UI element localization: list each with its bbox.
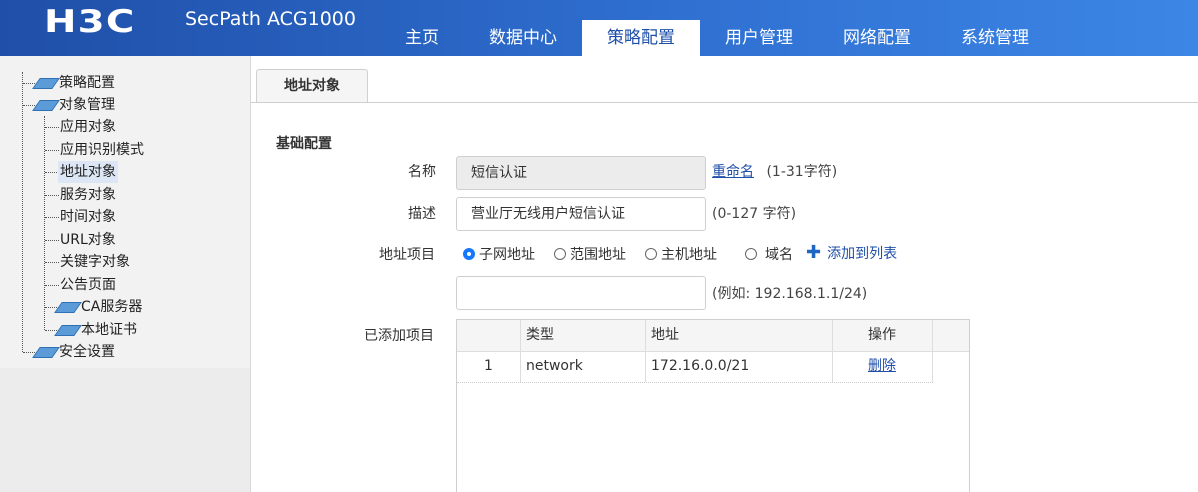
add-to-list-label: 添加到列表 [827,246,898,262]
tree-app-pattern[interactable]: 应用识别模式 [60,139,144,161]
tree-line [45,285,59,286]
nav-user-mgmt[interactable]: 用户管理 [700,20,818,56]
row-address: 172.16.0.0/21 [651,358,750,374]
col-header-type: 类型 [526,327,554,343]
radio-range[interactable]: 范围地址 [554,244,626,264]
folder-icon [54,324,82,336]
col-header-address: 地址 [651,327,679,343]
radio-unchecked-icon [645,248,657,260]
section-title: 基础配置 [276,136,332,152]
tree-ca-server[interactable]: CA服务器 [54,296,143,318]
col-header-action: 操作 [868,327,896,343]
nav-data-center[interactable]: 数据中心 [464,20,582,56]
row-index: 1 [484,358,493,374]
tree-line [45,172,59,173]
tree-line [45,127,59,128]
tree-keyword-object[interactable]: 关键字对象 [60,251,130,273]
nav-tree: 策略配置 对象管理 应用对象 应用识别模式 地址对象 服务对象 时间对象 URL… [0,56,250,368]
name-field[interactable]: 短信认证 [456,156,706,190]
row-divider [457,382,933,383]
plus-icon: ✚ [806,242,822,263]
tab-bar: 地址对象 [251,56,1198,103]
folder-icon [32,346,60,358]
tree-line [45,262,59,263]
tree-object-mgmt[interactable]: 对象管理 [32,94,115,116]
nav-home[interactable]: 主页 [380,20,464,56]
desc-hint: (0-127 字符) [712,206,797,222]
top-header: H3C SecPath ACG1000 主页 数据中心 策略配置 用户管理 网络… [0,0,1198,56]
row-action-cell: 删除 [832,351,932,382]
tree-label: 本地证书 [81,322,137,338]
address-hint: (例如: 192.168.1.1/24) [712,286,868,302]
h3c-logo: H3C [44,4,136,40]
radio-domain[interactable]: 域名 [745,244,793,264]
sidebar: 策略配置 对象管理 应用对象 应用识别模式 地址对象 服务对象 时间对象 URL… [0,56,251,492]
address-input[interactable] [456,276,706,310]
tree-label: CA服务器 [81,299,143,315]
radio-label: 子网地址 [479,247,535,263]
tree-line [45,195,59,196]
desc-field[interactable]: 营业厅无线用户短信认证 [456,197,706,231]
radio-checked-icon [463,248,475,260]
rename-link[interactable]: 重命名 [712,164,754,180]
tree-address-object[interactable]: 地址对象 [58,161,118,183]
desc-label: 描述 [408,206,436,222]
tree-label: 策略配置 [59,75,115,91]
tree-line [45,217,59,218]
radio-unchecked-icon [554,248,566,260]
added-items-table: 类型 地址 操作 1 network 172.16.0.0/21 删除 [456,319,970,492]
folder-icon [32,77,60,89]
tree-time-object[interactable]: 时间对象 [60,206,116,228]
nav-policy-config[interactable]: 策略配置 [582,20,700,56]
nav-system-mgmt[interactable]: 系统管理 [936,20,1054,56]
tree-line [45,240,59,241]
folder-icon [32,99,60,111]
added-items-label: 已添加项目 [364,328,434,344]
product-name: SecPath ACG1000 [185,8,356,30]
main-nav: 主页 数据中心 策略配置 用户管理 网络配置 系统管理 [380,20,1054,56]
nav-network-config[interactable]: 网络配置 [818,20,936,56]
delete-link[interactable]: 删除 [868,358,896,374]
tree-local-cert[interactable]: 本地证书 [54,319,137,341]
radio-host[interactable]: 主机地址 [645,244,717,264]
folder-icon [54,301,82,313]
col-divider [932,320,933,382]
tree-label: 对象管理 [59,97,115,113]
add-to-list-button[interactable]: ✚ 添加到列表 [806,242,897,263]
row-type: network [526,358,583,374]
addr-item-label: 地址项目 [379,247,435,263]
tree-security-settings[interactable]: 安全设置 [32,341,115,363]
tab-address-object[interactable]: 地址对象 [256,69,368,102]
tree-service-object[interactable]: 服务对象 [60,184,116,206]
tree-notice-page[interactable]: 公告页面 [60,274,116,296]
name-hint-row: 重命名 (1-31字符) [712,161,837,181]
name-label: 名称 [408,164,436,180]
radio-label: 范围地址 [570,247,626,263]
tree-policy-config[interactable]: 策略配置 [32,72,115,94]
radio-subnet[interactable]: 子网地址 [463,244,535,264]
tree-label: 安全设置 [59,344,115,360]
tree-line [45,150,59,151]
name-hint: (1-31字符) [766,164,838,180]
tree-app-object[interactable]: 应用对象 [60,116,116,138]
tree-url-object[interactable]: URL对象 [60,229,116,251]
tree-line [44,116,45,330]
col-header-index [457,320,520,351]
radio-label: 域名 [765,247,793,263]
radio-label: 主机地址 [661,247,717,263]
tree-line [22,72,23,352]
radio-unchecked-icon [745,248,757,260]
